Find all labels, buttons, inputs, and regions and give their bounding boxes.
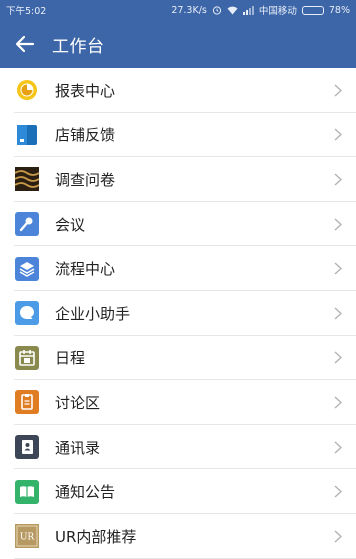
chevron-right-icon [334, 351, 346, 365]
list-item[interactable]: 流程中心 [0, 246, 356, 291]
app-bar: 工作台 [0, 20, 356, 68]
store-feedback-icon [15, 123, 39, 147]
list-item-label: 会议 [55, 215, 86, 234]
workbench-list: 报表中心店铺反馈调查问卷会议流程中心企业小助手日程讨论区通讯录通知公告 UR UR内… [0, 68, 356, 559]
chevron-right-icon [334, 262, 346, 276]
arrow-left-icon [15, 35, 35, 53]
wifi-icon [227, 6, 238, 15]
list-item-label: 日程 [55, 349, 86, 368]
signal-icon [242, 5, 254, 15]
carrier-label: 中国移动 [258, 6, 297, 17]
list-item-label: 报表中心 [55, 81, 116, 100]
list-item-label: 通讯录 [55, 438, 101, 457]
list-item[interactable]: 讨论区 [0, 380, 356, 425]
chevron-right-icon [334, 217, 346, 231]
list-item-label: 讨论区 [55, 393, 101, 412]
book-icon [15, 479, 39, 504]
list-item-label: 店铺反馈 [55, 126, 116, 145]
chevron-right-icon [334, 485, 346, 499]
svg-text:UR: UR [20, 533, 35, 543]
chat-bubble-icon [15, 301, 39, 326]
battery-percent: 78% [328, 4, 350, 16]
calendar-icon [15, 345, 39, 370]
list-item[interactable]: 调查问卷 [0, 157, 356, 202]
list-item-label: UR内部推荐 [55, 527, 137, 546]
survey-icon [15, 167, 39, 192]
list-item[interactable]: UR UR内部推荐 [0, 513, 356, 559]
list-item[interactable]: 通知公告 [0, 469, 356, 514]
ur-logo-icon: UR [15, 524, 39, 549]
list-item[interactable]: 企业小助手 [0, 290, 356, 336]
chevron-right-icon [334, 306, 346, 320]
list-item[interactable]: 通讯录 [0, 424, 356, 470]
net-speed: 27.3K/s [171, 4, 207, 16]
chevron-right-icon [334, 529, 346, 543]
list-item-label: 调查问卷 [55, 170, 116, 189]
chevron-right-icon [334, 83, 346, 97]
list-item[interactable]: 店铺反馈 [0, 112, 356, 158]
battery-icon [301, 5, 324, 15]
list-item-label: 企业小助手 [55, 304, 131, 323]
clipboard-icon [15, 390, 39, 415]
status-right: 27.3K/s 中国移动 78% [171, 3, 350, 18]
contacts-icon [15, 435, 39, 460]
list-item[interactable]: 日程 [0, 335, 356, 381]
list-item[interactable]: 会议 [0, 201, 356, 247]
list-item[interactable]: 报表中心 [0, 68, 356, 113]
chevron-right-icon [334, 172, 346, 186]
back-button[interactable] [10, 29, 40, 59]
chevron-right-icon [334, 128, 346, 142]
list-item-label: 通知公告 [55, 483, 116, 502]
list-item-label: 流程中心 [55, 260, 116, 279]
chevron-right-icon [334, 395, 346, 409]
meeting-microphone-icon [15, 212, 39, 237]
layers-icon [15, 256, 39, 281]
report-icon [15, 78, 39, 102]
chevron-right-icon [334, 440, 346, 454]
status-time: 下午5:02 [6, 6, 47, 17]
page-title: 工作台 [52, 36, 105, 57]
alarm-icon [212, 5, 222, 15]
status-bar: 下午5:02 27.3K/s 中国移动 78% [0, 0, 356, 20]
